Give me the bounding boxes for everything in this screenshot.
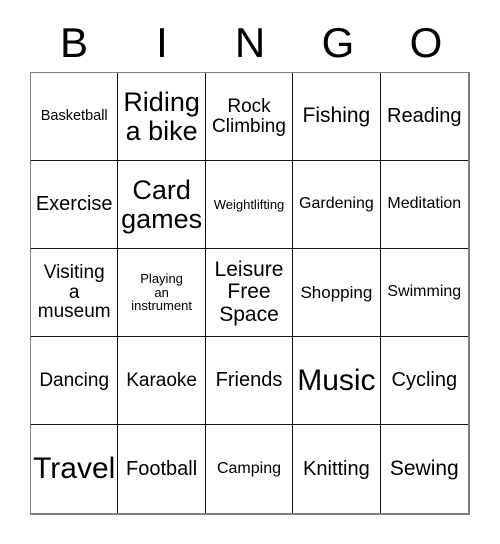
bingo-cell-label: Sewing (389, 456, 459, 480)
bingo-cell[interactable]: Camping (205, 425, 294, 513)
bingo-free-space-cell[interactable]: Leisure Free Space (205, 249, 294, 337)
bingo-header-letter-b: B (59, 19, 88, 66)
bingo-cell[interactable]: Card games (118, 161, 206, 249)
bingo-cell-label: Cycling (391, 369, 458, 391)
bingo-cell-label: Playing an instrument (131, 271, 192, 314)
bingo-cell[interactable]: Knitting (293, 425, 381, 513)
bingo-cell-label: Reading (387, 105, 462, 127)
bingo-cell-label: Dancing (39, 369, 110, 391)
bingo-cell[interactable]: Reading (380, 73, 468, 161)
bingo-cell[interactable]: Basketball (31, 73, 119, 161)
bingo-cell[interactable]: Friends (205, 337, 294, 425)
bingo-card: B I N G O Basketball Riding a bike Rock … (0, 0, 500, 544)
bingo-cell-label: Exercise (35, 193, 113, 215)
bingo-cell-label: Rock Climbing (212, 95, 286, 137)
bingo-cell[interactable]: Cycling (380, 337, 468, 425)
bingo-cell[interactable]: Fishing (293, 73, 381, 161)
bingo-cell[interactable]: Gardening (293, 161, 381, 249)
bingo-cell[interactable]: Weightlifting (205, 161, 294, 249)
bingo-cell[interactable]: Riding a bike (118, 73, 206, 161)
bingo-cell-label: Football (126, 457, 198, 480)
bingo-cell[interactable]: Playing an instrument (118, 249, 206, 337)
bingo-cell[interactable]: Exercise (31, 161, 119, 249)
bingo-header-row: B I N G O (30, 14, 470, 72)
bingo-cell-label: Meditation (387, 195, 462, 213)
bingo-cell-label: Riding a bike (123, 87, 200, 146)
bingo-cell[interactable]: Shopping (293, 249, 381, 337)
bingo-cell[interactable]: Visiting a museum (31, 249, 119, 337)
bingo-cell[interactable]: Music (293, 337, 381, 425)
bingo-header-letter-i: I (156, 19, 168, 66)
bingo-cell-label: Travel (33, 452, 116, 486)
bingo-cell[interactable]: Karaoke (118, 337, 206, 425)
bingo-free-space-label: Leisure Free Space (214, 258, 284, 326)
bingo-cell-label: Swimming (387, 283, 462, 301)
bingo-cell[interactable]: Sewing (380, 425, 468, 513)
bingo-cell[interactable]: Swimming (380, 249, 468, 337)
bingo-cell[interactable]: Travel (31, 425, 119, 513)
bingo-cell-label: Fishing (302, 104, 371, 128)
bingo-cell-label: Music (297, 363, 376, 397)
bingo-cell[interactable]: Rock Climbing (205, 73, 294, 161)
bingo-header-letter-o: O (409, 19, 443, 66)
bingo-cell-label: Karaoke (126, 369, 197, 391)
bingo-cell[interactable]: Dancing (31, 337, 119, 425)
bingo-cell[interactable]: Meditation (380, 161, 468, 249)
bingo-cell-label: Shopping (300, 282, 373, 302)
bingo-cell-label: Knitting (303, 457, 370, 480)
bingo-cell-label: Weightlifting (213, 196, 285, 212)
bingo-cell-label: Gardening (299, 195, 374, 213)
bingo-cell-label: Friends (215, 369, 283, 391)
bingo-cell-label: Visiting a museum (37, 261, 111, 323)
bingo-cell-label: Card games (121, 175, 203, 234)
bingo-grid: Basketball Riding a bike Rock Climbing F… (30, 72, 470, 515)
bingo-cell-label: Camping (216, 459, 281, 477)
bingo-header-letter-n: N (234, 19, 266, 66)
bingo-cell[interactable]: Football (118, 425, 206, 513)
bingo-header-letter-g: G (321, 19, 355, 66)
bingo-cell-label: Basketball (40, 107, 108, 124)
